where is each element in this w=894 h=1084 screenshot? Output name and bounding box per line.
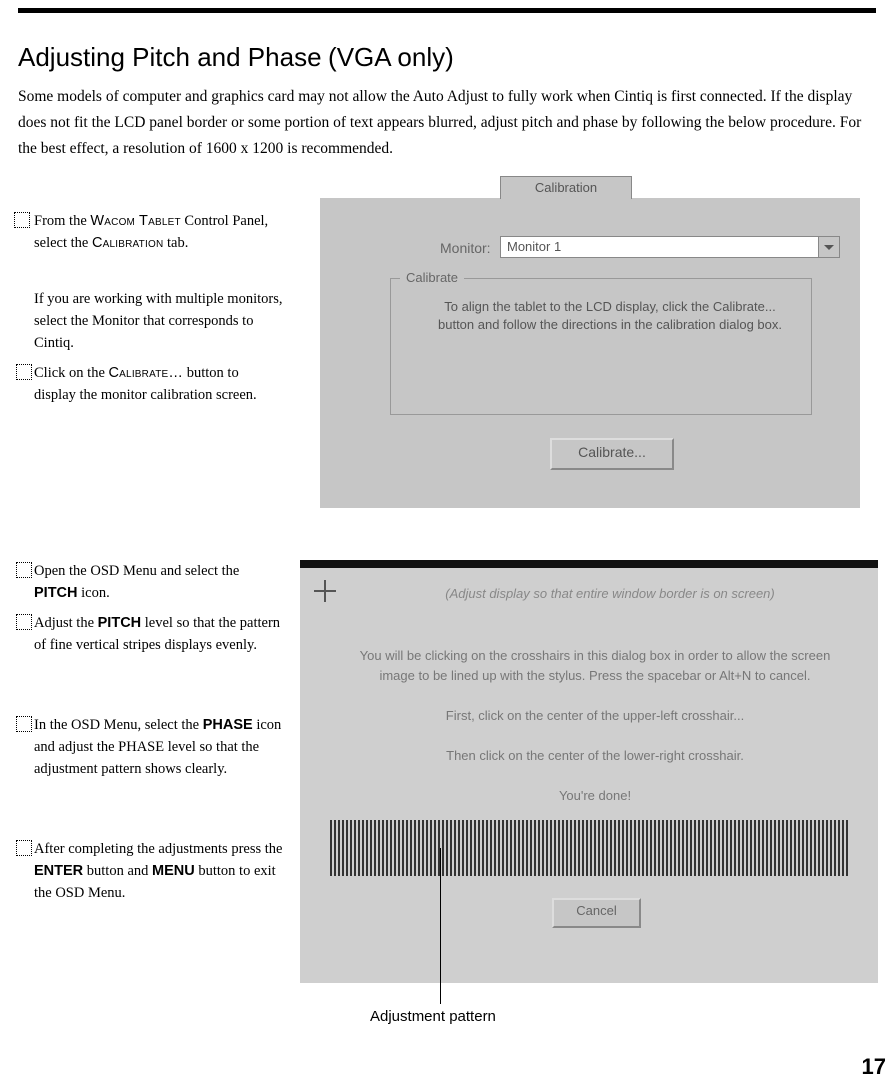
page-number: 17 bbox=[862, 1054, 886, 1080]
step-3-icon bbox=[16, 562, 32, 578]
step-1-icon bbox=[14, 212, 30, 228]
page-title: Adjusting Pitch and Phase (VGA only) bbox=[18, 42, 454, 73]
calibration-dialog: Calibration Monitor: Monitor 1 Calibrate… bbox=[320, 198, 860, 508]
monitor-dropdown[interactable]: Monitor 1 bbox=[500, 236, 820, 258]
step-6-text: After completing the adjustments press t… bbox=[34, 838, 284, 904]
step-4-icon bbox=[16, 614, 32, 630]
intro-paragraph: Some models of computer and graphics car… bbox=[18, 84, 874, 162]
groupbox-label: Calibrate bbox=[400, 270, 464, 285]
callout-label: Adjustment pattern bbox=[370, 1008, 496, 1025]
groupbox-text: To align the tablet to the LCD display, … bbox=[430, 298, 790, 334]
dropdown-arrow-icon[interactable] bbox=[818, 236, 840, 258]
tab-calibration[interactable]: Calibration bbox=[500, 176, 632, 199]
calibrate-button[interactable]: Calibrate... bbox=[550, 438, 674, 470]
callout-line bbox=[440, 848, 441, 1004]
step-1-text: From the Wacom Tablet Control Panel, sel… bbox=[34, 210, 284, 254]
cancel-button[interactable]: Cancel bbox=[552, 898, 641, 928]
adjustment-pattern bbox=[330, 820, 848, 876]
title-text: Adjusting Pitch and Phase bbox=[18, 42, 322, 72]
crosshair-body-text: You will be clicking on the crosshairs i… bbox=[350, 646, 840, 806]
step-5-icon bbox=[16, 716, 32, 732]
monitor-label: Monitor: bbox=[440, 240, 491, 256]
adjust-hint: (Adjust display so that entire window bo… bbox=[360, 586, 860, 601]
step-5-text: In the OSD Menu, select the PHASE icon a… bbox=[34, 714, 284, 780]
step-2-icon bbox=[16, 364, 32, 380]
page-top-rule bbox=[18, 8, 876, 13]
step-3-text: Open the OSD Menu and select the PITCH i… bbox=[34, 560, 284, 604]
step-1-multi-monitor: If you are working with multiple monitor… bbox=[34, 288, 284, 354]
step-2-text: Click on the Calibrate… button to displa… bbox=[34, 362, 284, 406]
step-4-text: Adjust the PITCH level so that the patte… bbox=[34, 612, 284, 656]
title-suffix: (VGA only) bbox=[328, 42, 454, 72]
crosshair-dialog: (Adjust display so that entire window bo… bbox=[300, 560, 878, 983]
step-6-icon bbox=[16, 840, 32, 856]
